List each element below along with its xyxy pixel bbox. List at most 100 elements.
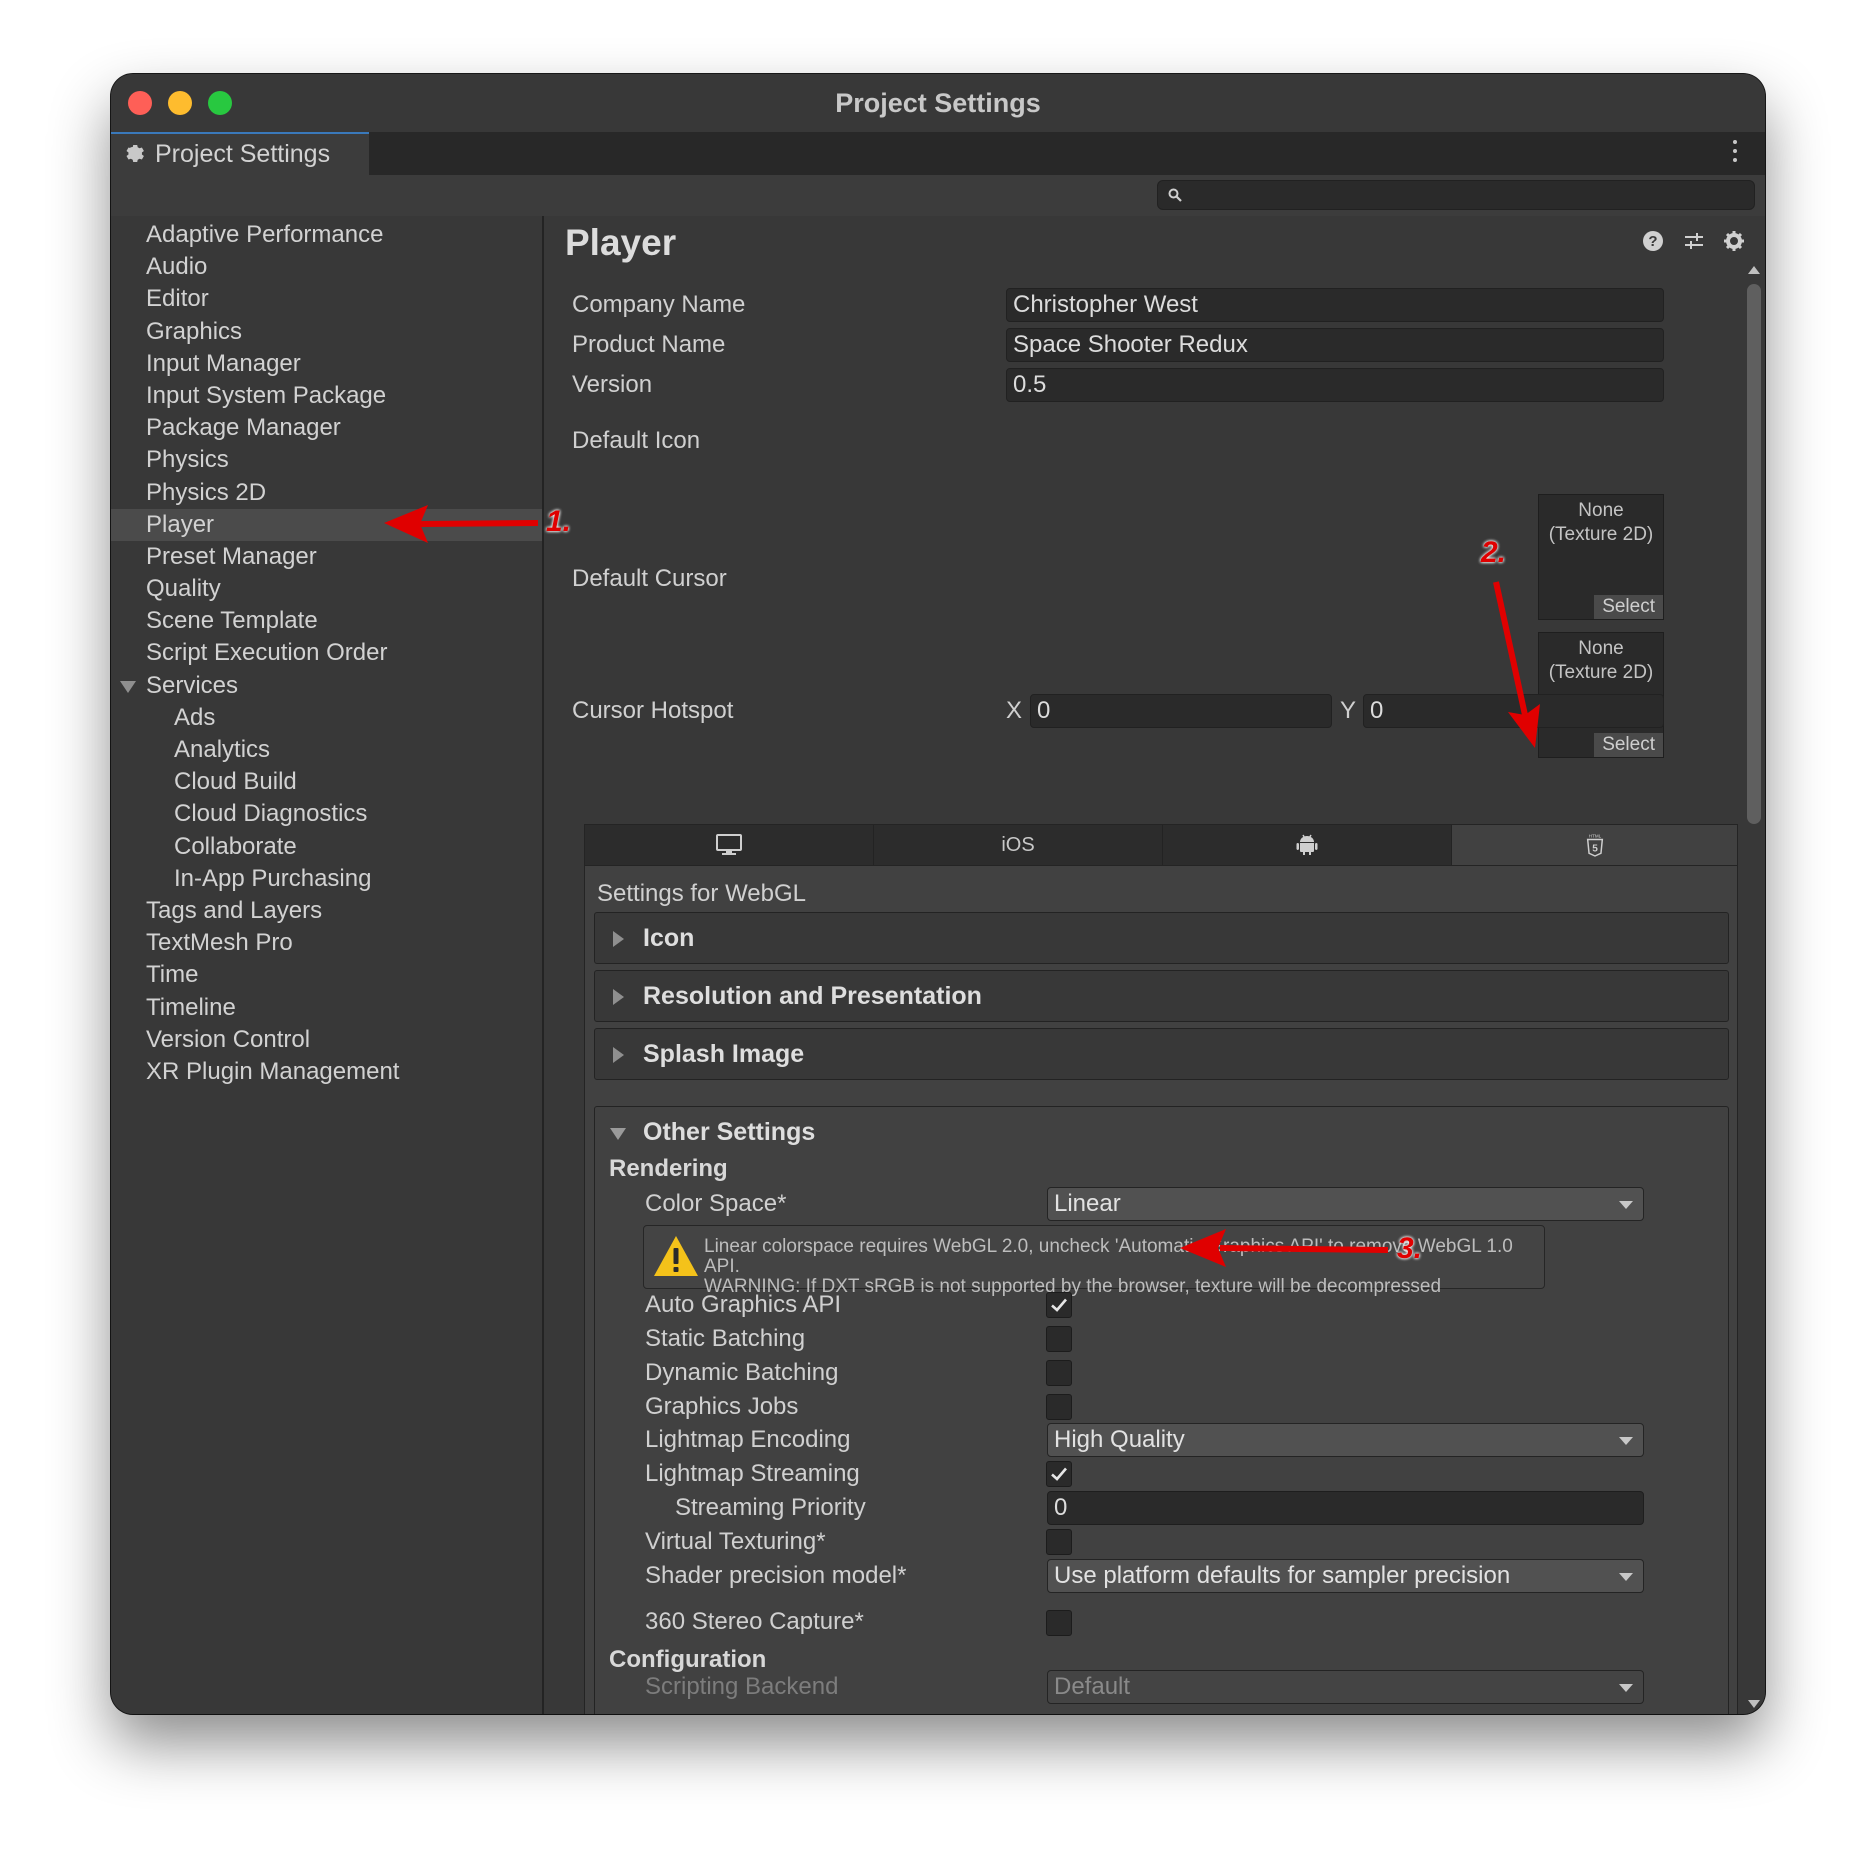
streaming-priority-field[interactable]: 0: [1047, 1491, 1644, 1525]
search-input[interactable]: [1157, 180, 1755, 210]
settings-for-label: Settings for WebGL: [597, 880, 806, 907]
streaming-priority-label: Streaming Priority: [675, 1494, 866, 1521]
expanded-arrow-icon: [610, 1128, 626, 1140]
vertical-scrollbar[interactable]: [1743, 264, 1765, 1714]
default-icon-object-field[interactable]: None (Texture 2D) Select: [1538, 494, 1664, 620]
sidebar-item-analytics[interactable]: Analytics: [111, 734, 542, 766]
sidebar-item-preset-manager[interactable]: Preset Manager: [111, 541, 542, 573]
scrollbar-thumb[interactable]: [1747, 284, 1761, 824]
shader-precision-label: Shader precision model*: [645, 1562, 907, 1589]
hotspot-y-label: Y: [1340, 697, 1357, 724]
scripting-backend-dropdown[interactable]: Default: [1047, 1670, 1644, 1704]
foldout-splash-image[interactable]: Splash Image: [594, 1028, 1729, 1080]
sidebar-item-physics-2d[interactable]: Physics 2D: [111, 477, 542, 509]
version-field[interactable]: 0.5: [1006, 368, 1664, 402]
tab-ios[interactable]: iOS: [874, 825, 1163, 865]
expand-arrow-icon[interactable]: [120, 680, 136, 693]
close-window-button[interactable]: [128, 91, 152, 115]
sidebar-item-time[interactable]: Time: [111, 959, 542, 991]
object-field-type: (Texture 2D): [1548, 524, 1654, 545]
window-title: Project Settings: [835, 88, 1041, 118]
shader-precision-dropdown[interactable]: Use platform defaults for sampler precis…: [1047, 1559, 1644, 1593]
sidebar-item-ads[interactable]: Ads: [111, 702, 542, 734]
lightmap-streaming-checkbox[interactable]: [1046, 1461, 1072, 1487]
sidebar-item-cloud-diagnostics[interactable]: Cloud Diagnostics: [111, 798, 542, 830]
sidebar-item-timeline[interactable]: Timeline: [111, 992, 542, 1024]
rendering-heading: Rendering: [609, 1155, 728, 1182]
select-texture-button[interactable]: Select: [1594, 595, 1663, 619]
hotspot-x-field[interactable]: 0: [1030, 694, 1332, 728]
platform-tabs: iOS HTML 5: [584, 824, 1738, 866]
stereo-capture-label: 360 Stereo Capture*: [645, 1608, 864, 1635]
sidebar-item-quality[interactable]: Quality: [111, 573, 542, 605]
sidebar-item-scene-template[interactable]: Scene Template: [111, 605, 542, 637]
sidebar-item-graphics[interactable]: Graphics: [111, 316, 542, 348]
tab-standalone[interactable]: [585, 825, 874, 865]
company-name-field[interactable]: Christopher West: [1006, 288, 1664, 322]
sidebar-item-textmesh-pro[interactable]: TextMesh Pro: [111, 927, 542, 959]
select-texture-button[interactable]: Select: [1594, 733, 1663, 757]
tab-webgl[interactable]: HTML 5: [1452, 825, 1737, 865]
sidebar-item-services[interactable]: Services: [111, 670, 542, 702]
static-batching-label: Static Batching: [645, 1325, 806, 1352]
tab-label: Project Settings: [155, 140, 331, 168]
html5-icon: HTML 5: [1586, 834, 1603, 857]
settings-sidebar: Adaptive Performance Audio Editor Graphi…: [111, 216, 544, 1714]
foldout-label: Other Settings: [643, 1118, 816, 1146]
auto-graphics-api-checkbox[interactable]: [1046, 1292, 1072, 1318]
color-space-dropdown[interactable]: Linear: [1047, 1187, 1644, 1221]
sidebar-item-cloud-build[interactable]: Cloud Build: [111, 766, 542, 798]
virtual-texturing-checkbox[interactable]: [1046, 1529, 1072, 1555]
static-batching-checkbox[interactable]: [1046, 1326, 1072, 1352]
sidebar-item-xr-plugin-management[interactable]: XR Plugin Management: [111, 1056, 542, 1088]
product-name-label: Product Name: [572, 331, 726, 358]
hotspot-x-label: X: [1006, 697, 1023, 724]
chevron-down-icon: [1619, 1684, 1633, 1692]
foldout-resolution-and-presentation[interactable]: Resolution and Presentation: [594, 970, 1729, 1022]
zoom-window-button[interactable]: [208, 91, 232, 115]
more-options-icon[interactable]: [1733, 140, 1739, 167]
scroll-down-icon[interactable]: [1748, 1700, 1760, 1708]
sidebar-item-player[interactable]: Player: [111, 508, 542, 541]
checkmark-icon: [1051, 1298, 1067, 1312]
tab-android[interactable]: [1163, 825, 1452, 865]
version-label: Version: [572, 371, 653, 398]
sidebar-item-audio[interactable]: Audio: [111, 251, 542, 283]
graphics-jobs-checkbox[interactable]: [1046, 1394, 1072, 1420]
gear-icon[interactable]: [1723, 230, 1745, 252]
preset-sliders-icon[interactable]: [1683, 230, 1705, 252]
lightmap-streaming-label: Lightmap Streaming: [645, 1460, 860, 1487]
scroll-up-icon[interactable]: [1748, 266, 1760, 274]
foldout-label: Icon: [643, 924, 695, 952]
sidebar-item-tags-and-layers[interactable]: Tags and Layers: [111, 895, 542, 927]
dropdown-value: High Quality: [1054, 1426, 1185, 1453]
foldout-other-settings[interactable]: Other Settings: [595, 1107, 1728, 1159]
lightmap-encoding-dropdown[interactable]: High Quality: [1047, 1423, 1644, 1457]
foldout-label: Splash Image: [643, 1040, 805, 1068]
minimize-window-button[interactable]: [168, 91, 192, 115]
hotspot-y-field[interactable]: 0: [1363, 694, 1664, 728]
sidebar-item-in-app-purchasing[interactable]: In-App Purchasing: [111, 863, 542, 895]
tab-project-settings[interactable]: Project Settings: [111, 132, 369, 175]
sidebar-item-input-manager[interactable]: Input Manager: [111, 348, 542, 380]
sidebar-item-collaborate[interactable]: Collaborate: [111, 831, 542, 863]
gear-icon: [126, 145, 144, 162]
object-field-none: None: [1578, 500, 1624, 521]
foldout-icon[interactable]: Icon: [594, 912, 1729, 964]
sidebar-item-physics[interactable]: Physics: [111, 444, 542, 476]
sidebar-item-input-system-package[interactable]: Input System Package: [111, 380, 542, 412]
sidebar-item-editor[interactable]: Editor: [111, 283, 542, 315]
sidebar-item-adaptive-performance[interactable]: Adaptive Performance: [111, 219, 542, 251]
stereo-capture-checkbox[interactable]: [1046, 1610, 1072, 1636]
dropdown-value: Use platform defaults for sampler precis…: [1054, 1562, 1511, 1589]
sidebar-item-version-control[interactable]: Version Control: [111, 1024, 542, 1056]
object-field-type: (Texture 2D): [1548, 662, 1654, 683]
help-icon[interactable]: ?: [1642, 230, 1664, 252]
sidebar-item-package-manager[interactable]: Package Manager: [111, 412, 542, 444]
dropdown-value: Linear: [1054, 1190, 1121, 1217]
sidebar-item-script-execution-order[interactable]: Script Execution Order: [111, 637, 542, 669]
dynamic-batching-label: Dynamic Batching: [645, 1359, 839, 1386]
graphics-jobs-label: Graphics Jobs: [645, 1393, 799, 1420]
dynamic-batching-checkbox[interactable]: [1046, 1360, 1072, 1386]
product-name-field[interactable]: Space Shooter Redux: [1006, 328, 1664, 362]
